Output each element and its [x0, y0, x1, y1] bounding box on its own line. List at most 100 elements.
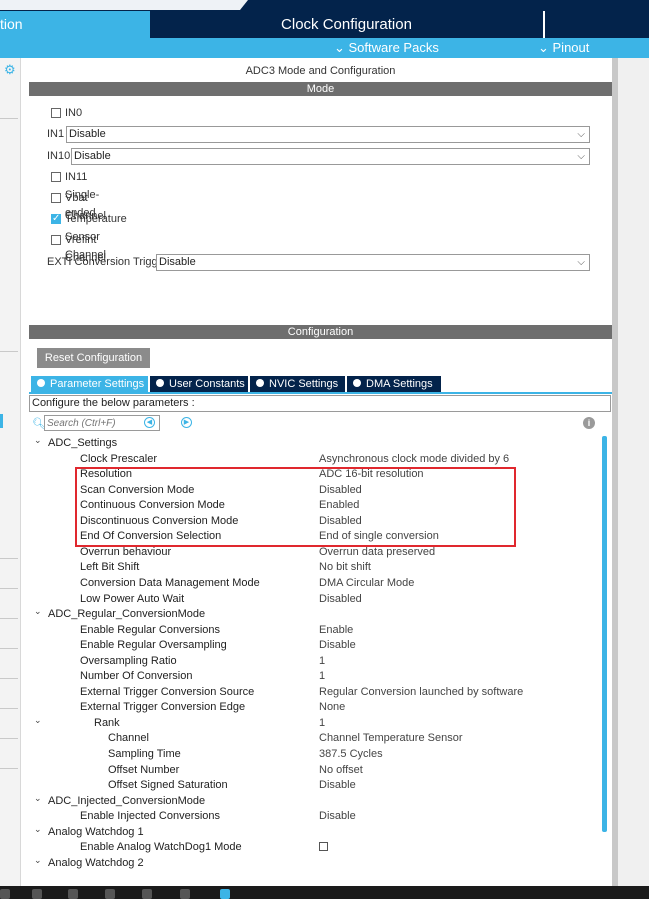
param-name: Offset Number: [108, 763, 180, 776]
taskbar-app-icon[interactable]: [142, 889, 152, 899]
tree-param-row[interactable]: Enable Analog WatchDog1 Mode: [29, 840, 603, 855]
tree-param-row[interactable]: Oversampling Ratio 1: [29, 654, 603, 669]
tree-param-row[interactable]: Number Of Conversion 1: [29, 669, 603, 684]
chevron-down-icon[interactable]: ⌄: [34, 853, 42, 868]
info-icon[interactable]: i: [583, 417, 595, 429]
tab-user-constants[interactable]: User Constants: [150, 376, 248, 392]
param-value[interactable]: Channel Temperature Sensor: [319, 731, 463, 746]
tree-param-row[interactable]: External Trigger Conversion Source Regula…: [29, 685, 603, 700]
param-value[interactable]: Enable: [319, 623, 353, 638]
in0-label: IN0: [65, 107, 83, 119]
configuration-section-header[interactable]: Configuration: [29, 325, 612, 339]
param-value[interactable]: Disable: [319, 809, 356, 824]
param-value[interactable]: Disabled: [319, 592, 362, 607]
param-name: Enable Regular Conversions: [80, 623, 221, 636]
tree-scrollbar[interactable]: [602, 436, 607, 832]
tree-param-row[interactable]: Offset Number No offset: [29, 763, 603, 778]
param-name: ADC_Regular_ConversionMode: [48, 608, 206, 621]
taskbar-app-icon[interactable]: [105, 889, 115, 899]
param-value[interactable]: Overrun data preserved: [319, 545, 435, 560]
tree-param-row[interactable]: Left Bit Shift No bit shift: [29, 560, 603, 575]
chevron-down-icon[interactable]: ⌄: [34, 791, 42, 806]
tree-group-row[interactable]: ⌄ ADC_Settings: [29, 434, 603, 451]
tree-param-row[interactable]: Sampling Time 387.5 Cycles: [29, 747, 603, 762]
next-result-icon[interactable]: ▶: [181, 417, 192, 428]
taskbar-app-icon[interactable]: [180, 889, 190, 899]
tree-param-row[interactable]: Clock Prescaler Asynchronous clock mode d…: [29, 452, 603, 467]
gear-icon[interactable]: ⚙: [4, 62, 16, 78]
param-value[interactable]: [319, 840, 328, 855]
tree-param-row[interactable]: Overrun behaviour Overrun data preserved: [29, 545, 603, 560]
param-value[interactable]: 1: [319, 716, 325, 731]
tabs-underline: [29, 392, 612, 394]
in0-checkbox[interactable]: [51, 108, 61, 118]
param-value[interactable]: 1: [319, 669, 325, 684]
taskbar-app-icon[interactable]: [220, 889, 230, 899]
mode-section-header[interactable]: Mode: [29, 82, 612, 96]
param-value[interactable]: Disable: [319, 638, 356, 653]
param-value[interactable]: 387.5 Cycles: [319, 747, 383, 762]
tab-dma-settings[interactable]: DMA Settings: [347, 376, 441, 392]
param-name: Low Power Auto Wait: [80, 592, 185, 605]
param-value[interactable]: No bit shift: [319, 560, 371, 575]
param-name: ADC_Injected_ConversionMode: [48, 794, 206, 807]
taskbar-app-icon[interactable]: [32, 889, 42, 899]
tree-param-row[interactable]: External Trigger Conversion Edge None: [29, 700, 603, 715]
in11-checkbox[interactable]: [51, 172, 61, 182]
tree-group-row[interactable]: ⌄ Analog Watchdog 2: [29, 853, 603, 871]
taskbar-app-icon[interactable]: [68, 889, 78, 899]
tree-param-row[interactable]: Conversion Data Management Mode DMA Circu…: [29, 576, 603, 591]
check-circle-icon: [37, 379, 45, 387]
title-strip-dark: [240, 0, 649, 10]
check-circle-icon: [353, 379, 361, 387]
chevron-down-icon[interactable]: ⌄: [34, 434, 42, 448]
temp-sensor-checkbox[interactable]: [51, 210, 61, 228]
search-input[interactable]: [44, 415, 160, 431]
tree-group-row[interactable]: ⌄ Analog Watchdog 1: [29, 822, 603, 840]
chevron-down-icon[interactable]: ⌄: [34, 822, 42, 837]
param-value[interactable]: Regular Conversion launched by software: [319, 685, 523, 700]
right-pinout-panel: [612, 58, 649, 886]
tree-group-row[interactable]: ⌄ ADC_Injected_ConversionMode: [29, 791, 603, 809]
software-packs-menu[interactable]: ⌄ Software Packs: [334, 40, 439, 56]
divider: [0, 618, 18, 619]
exti-select[interactable]: Disable ⌵: [156, 254, 590, 271]
previous-result-icon[interactable]: ◀: [144, 417, 155, 428]
param-value[interactable]: Disable: [319, 778, 356, 793]
param-name: Enable Injected Conversions: [80, 810, 221, 823]
tree-param-row[interactable]: Offset Signed Saturation Disable: [29, 778, 603, 793]
in1-select[interactable]: Disable ⌵: [66, 126, 590, 143]
param-name: External Trigger Conversion Source: [80, 685, 255, 698]
chevron-down-icon[interactable]: ⌄: [34, 713, 42, 728]
tree-param-row[interactable]: Channel Channel Temperature Sensor: [29, 731, 603, 746]
vrefint-checkbox[interactable]: [51, 235, 61, 245]
tree-param-row[interactable]: Low Power Auto Wait Disabled: [29, 592, 603, 607]
in10-row: IN10: [47, 147, 70, 165]
param-value[interactable]: DMA Circular Mode: [319, 576, 414, 591]
tree-param-row[interactable]: Enable Regular Conversions Enable: [29, 623, 603, 638]
chevron-down-icon[interactable]: ⌄: [34, 604, 42, 619]
param-value[interactable]: No offset: [319, 763, 363, 778]
tab-parameter-settings[interactable]: Parameter Settings: [31, 376, 148, 392]
panel-splitter[interactable]: [612, 58, 618, 886]
tree-param-row[interactable]: Enable Injected Conversions Disable: [29, 809, 603, 824]
tab-pinout-configuration[interactable]: tion: [0, 11, 150, 38]
in10-label: IN10: [47, 150, 71, 162]
vbat-checkbox[interactable]: [51, 193, 61, 203]
taskbar-app-icon[interactable]: [0, 889, 10, 899]
param-checkbox[interactable]: [319, 842, 328, 852]
tab-clock-configuration[interactable]: Clock Configuration: [150, 11, 543, 38]
pinout-menu[interactable]: ⌄ Pinout: [538, 40, 589, 56]
exti-label: EXTI Conversion Trigger: [47, 256, 168, 268]
in10-select[interactable]: Disable ⌵: [71, 148, 590, 165]
reset-configuration-button[interactable]: Reset Configuration: [37, 348, 150, 368]
tree-group-row[interactable]: ⌄ ADC_Regular_ConversionMode: [29, 604, 603, 622]
tree-param-row[interactable]: ⌄ Rank 1: [29, 713, 603, 731]
param-value[interactable]: 1: [319, 654, 325, 669]
param-name: Overrun behaviour: [80, 545, 172, 558]
param-value[interactable]: None: [319, 700, 345, 715]
tab-nvic-settings[interactable]: NVIC Settings: [250, 376, 345, 392]
tree-param-row[interactable]: Enable Regular Oversampling Disable: [29, 638, 603, 653]
check-circle-icon: [156, 379, 164, 387]
param-value[interactable]: Asynchronous clock mode divided by 6: [319, 452, 509, 467]
